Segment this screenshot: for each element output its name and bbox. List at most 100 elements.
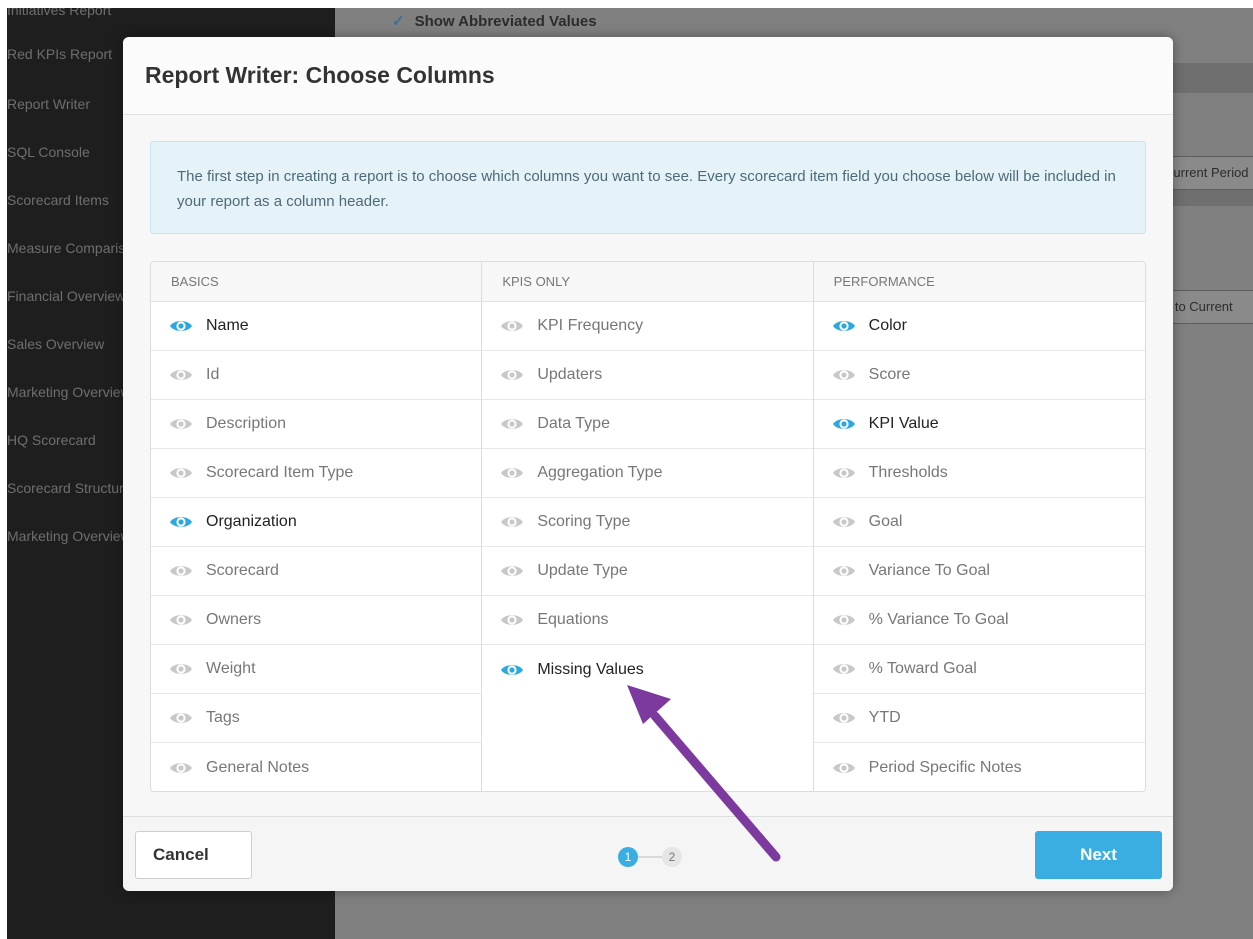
column-option-scorecard[interactable]: Scorecard [151, 547, 482, 596]
column-option-organization[interactable]: Organization [151, 498, 482, 547]
sidebar-item[interactable]: Scorecard Structure [7, 480, 132, 496]
eye-icon-hidden[interactable] [500, 564, 524, 578]
column-option-scorecard-item-type[interactable]: Scorecard Item Type [151, 449, 482, 498]
column-option-label: % Toward Goal [868, 660, 977, 677]
modal-footer: Cancel 1 2 Next [123, 816, 1173, 891]
eye-icon-hidden[interactable] [169, 761, 193, 775]
column-option-color[interactable]: Color [813, 302, 1145, 351]
eye-icon-hidden[interactable] [832, 564, 856, 578]
column-option-kpi-value[interactable]: KPI Value [813, 400, 1145, 449]
next-button[interactable]: Next [1035, 831, 1162, 879]
column-chooser-grid: BASICS Name Id Description Scorecard Item Ty… [150, 261, 1146, 792]
checkbox-label: Show Abbreviated Values [414, 12, 597, 30]
sidebar-item[interactable]: Initiatives Report [7, 8, 111, 18]
sidebar-item[interactable]: Measure Comparison [7, 240, 141, 256]
column-option-label: Updaters [537, 366, 603, 383]
sidebar-item[interactable]: Marketing Overview [7, 384, 131, 400]
column-option-description[interactable]: Description [151, 400, 482, 449]
column-option-update-type[interactable]: Update Type [482, 547, 813, 596]
eye-icon-hidden[interactable] [500, 613, 524, 627]
column-option-variance-to-goal[interactable]: Variance To Goal [813, 547, 1145, 596]
column-option-name[interactable]: Name [151, 302, 482, 351]
checkmark-icon: ✓ [392, 13, 405, 30]
column-option-label: Description [206, 415, 287, 432]
column-group-header: PERFORMANCE [813, 262, 1145, 302]
column-option-label: KPI Value [868, 415, 939, 432]
column-option-variance-to-goal[interactable]: % Variance To Goal [813, 596, 1145, 645]
eye-icon-hidden[interactable] [832, 662, 856, 676]
column-option-thresholds[interactable]: Thresholds [813, 449, 1145, 498]
eye-icon-hidden[interactable] [169, 711, 193, 725]
eye-icon-hidden[interactable] [169, 417, 193, 431]
column-option-owners[interactable]: Owners [151, 596, 482, 645]
sidebar-item[interactable]: Report Writer [7, 96, 90, 112]
column-option-kpi-frequency[interactable]: KPI Frequency [482, 302, 813, 351]
column-option-score[interactable]: Score [813, 351, 1145, 400]
column-option-label: Owners [206, 611, 262, 628]
eye-icon-hidden[interactable] [832, 613, 856, 627]
column-option-id[interactable]: Id [151, 351, 482, 400]
column-option-tags[interactable]: Tags [151, 694, 482, 743]
eye-icon-hidden[interactable] [832, 761, 856, 775]
column-option-label: Scorecard [206, 562, 279, 579]
column-option-period-specific-notes[interactable]: Period Specific Notes [814, 743, 1145, 791]
eye-icon-hidden[interactable] [169, 613, 193, 627]
eye-icon-hidden[interactable] [169, 368, 193, 382]
column-option-label: Aggregation Type [537, 464, 663, 481]
eye-icon-hidden[interactable] [832, 711, 856, 725]
column-option-general-notes[interactable]: General Notes [151, 743, 481, 791]
column-option-label: Scorecard Item Type [206, 464, 354, 481]
eye-icon-visible[interactable] [169, 319, 193, 333]
column-option-weight[interactable]: Weight [151, 645, 482, 694]
eye-icon-hidden[interactable] [500, 368, 524, 382]
column-option-ytd[interactable]: YTD [813, 694, 1145, 743]
sidebar-item[interactable]: Financial Overview [7, 288, 125, 304]
eye-icon-hidden[interactable] [169, 466, 193, 480]
column-option-label: Organization [206, 513, 297, 530]
column-option-label: Update Type [537, 562, 628, 579]
eye-icon-hidden[interactable] [169, 662, 193, 676]
step-1: 1 [618, 847, 638, 867]
sidebar-item[interactable]: Scorecard Items [7, 192, 109, 208]
column-option-label: Equations [537, 611, 609, 628]
column-option-label: Missing Values [537, 660, 644, 678]
column-option-aggregation-type[interactable]: Aggregation Type [482, 449, 813, 498]
eye-icon-hidden[interactable] [500, 417, 524, 431]
eye-icon-visible[interactable] [832, 319, 856, 333]
sidebar-item[interactable]: Sales Overview [7, 336, 104, 352]
eye-icon-visible[interactable] [500, 663, 524, 677]
eye-icon-hidden[interactable] [832, 466, 856, 480]
sidebar-item[interactable]: Red KPIs Report [7, 46, 112, 62]
column-option-label: Period Specific Notes [868, 758, 1022, 776]
eye-icon-hidden[interactable] [500, 466, 524, 480]
eye-icon-hidden[interactable] [500, 319, 524, 333]
step-indicator: 1 2 [618, 847, 682, 867]
column-option-equations[interactable]: Equations [482, 596, 813, 645]
column-option-scoring-type[interactable]: Scoring Type [482, 498, 813, 547]
column-option-data-type[interactable]: Data Type [482, 400, 813, 449]
column-option-label: KPI Frequency [537, 317, 644, 334]
eye-icon-hidden[interactable] [832, 515, 856, 529]
column-option-missing-values[interactable]: Missing Values [482, 645, 812, 694]
column-group-kpis-only: KPIS ONLY KPI Frequency Updaters Data Type A… [482, 262, 814, 791]
eye-icon-visible[interactable] [832, 417, 856, 431]
column-option-toward-goal[interactable]: % Toward Goal [813, 645, 1145, 694]
eye-icon-visible[interactable] [169, 515, 193, 529]
column-option-label: Data Type [537, 415, 610, 432]
sidebar-item[interactable]: Marketing Overview [7, 528, 131, 544]
column-option-label: % Variance To Goal [868, 611, 1009, 628]
sidebar-item[interactable]: HQ Scorecard [7, 432, 96, 448]
column-option-label: Scoring Type [537, 513, 631, 530]
eye-icon-hidden[interactable] [169, 564, 193, 578]
info-callout: The first step in creating a report is t… [150, 141, 1146, 234]
sidebar-item[interactable]: SQL Console [7, 144, 90, 160]
cancel-button[interactable]: Cancel [135, 831, 252, 879]
column-option-label: Variance To Goal [868, 562, 990, 579]
eye-icon-hidden[interactable] [832, 368, 856, 382]
column-option-updaters[interactable]: Updaters [482, 351, 813, 400]
eye-icon-hidden[interactable] [500, 515, 524, 529]
step-connector [638, 856, 662, 858]
column-option-goal[interactable]: Goal [813, 498, 1145, 547]
column-group-header: KPIS ONLY [482, 262, 813, 302]
abbreviated-values-checkbox[interactable]: ✓ Show Abbreviated Values [392, 12, 597, 31]
